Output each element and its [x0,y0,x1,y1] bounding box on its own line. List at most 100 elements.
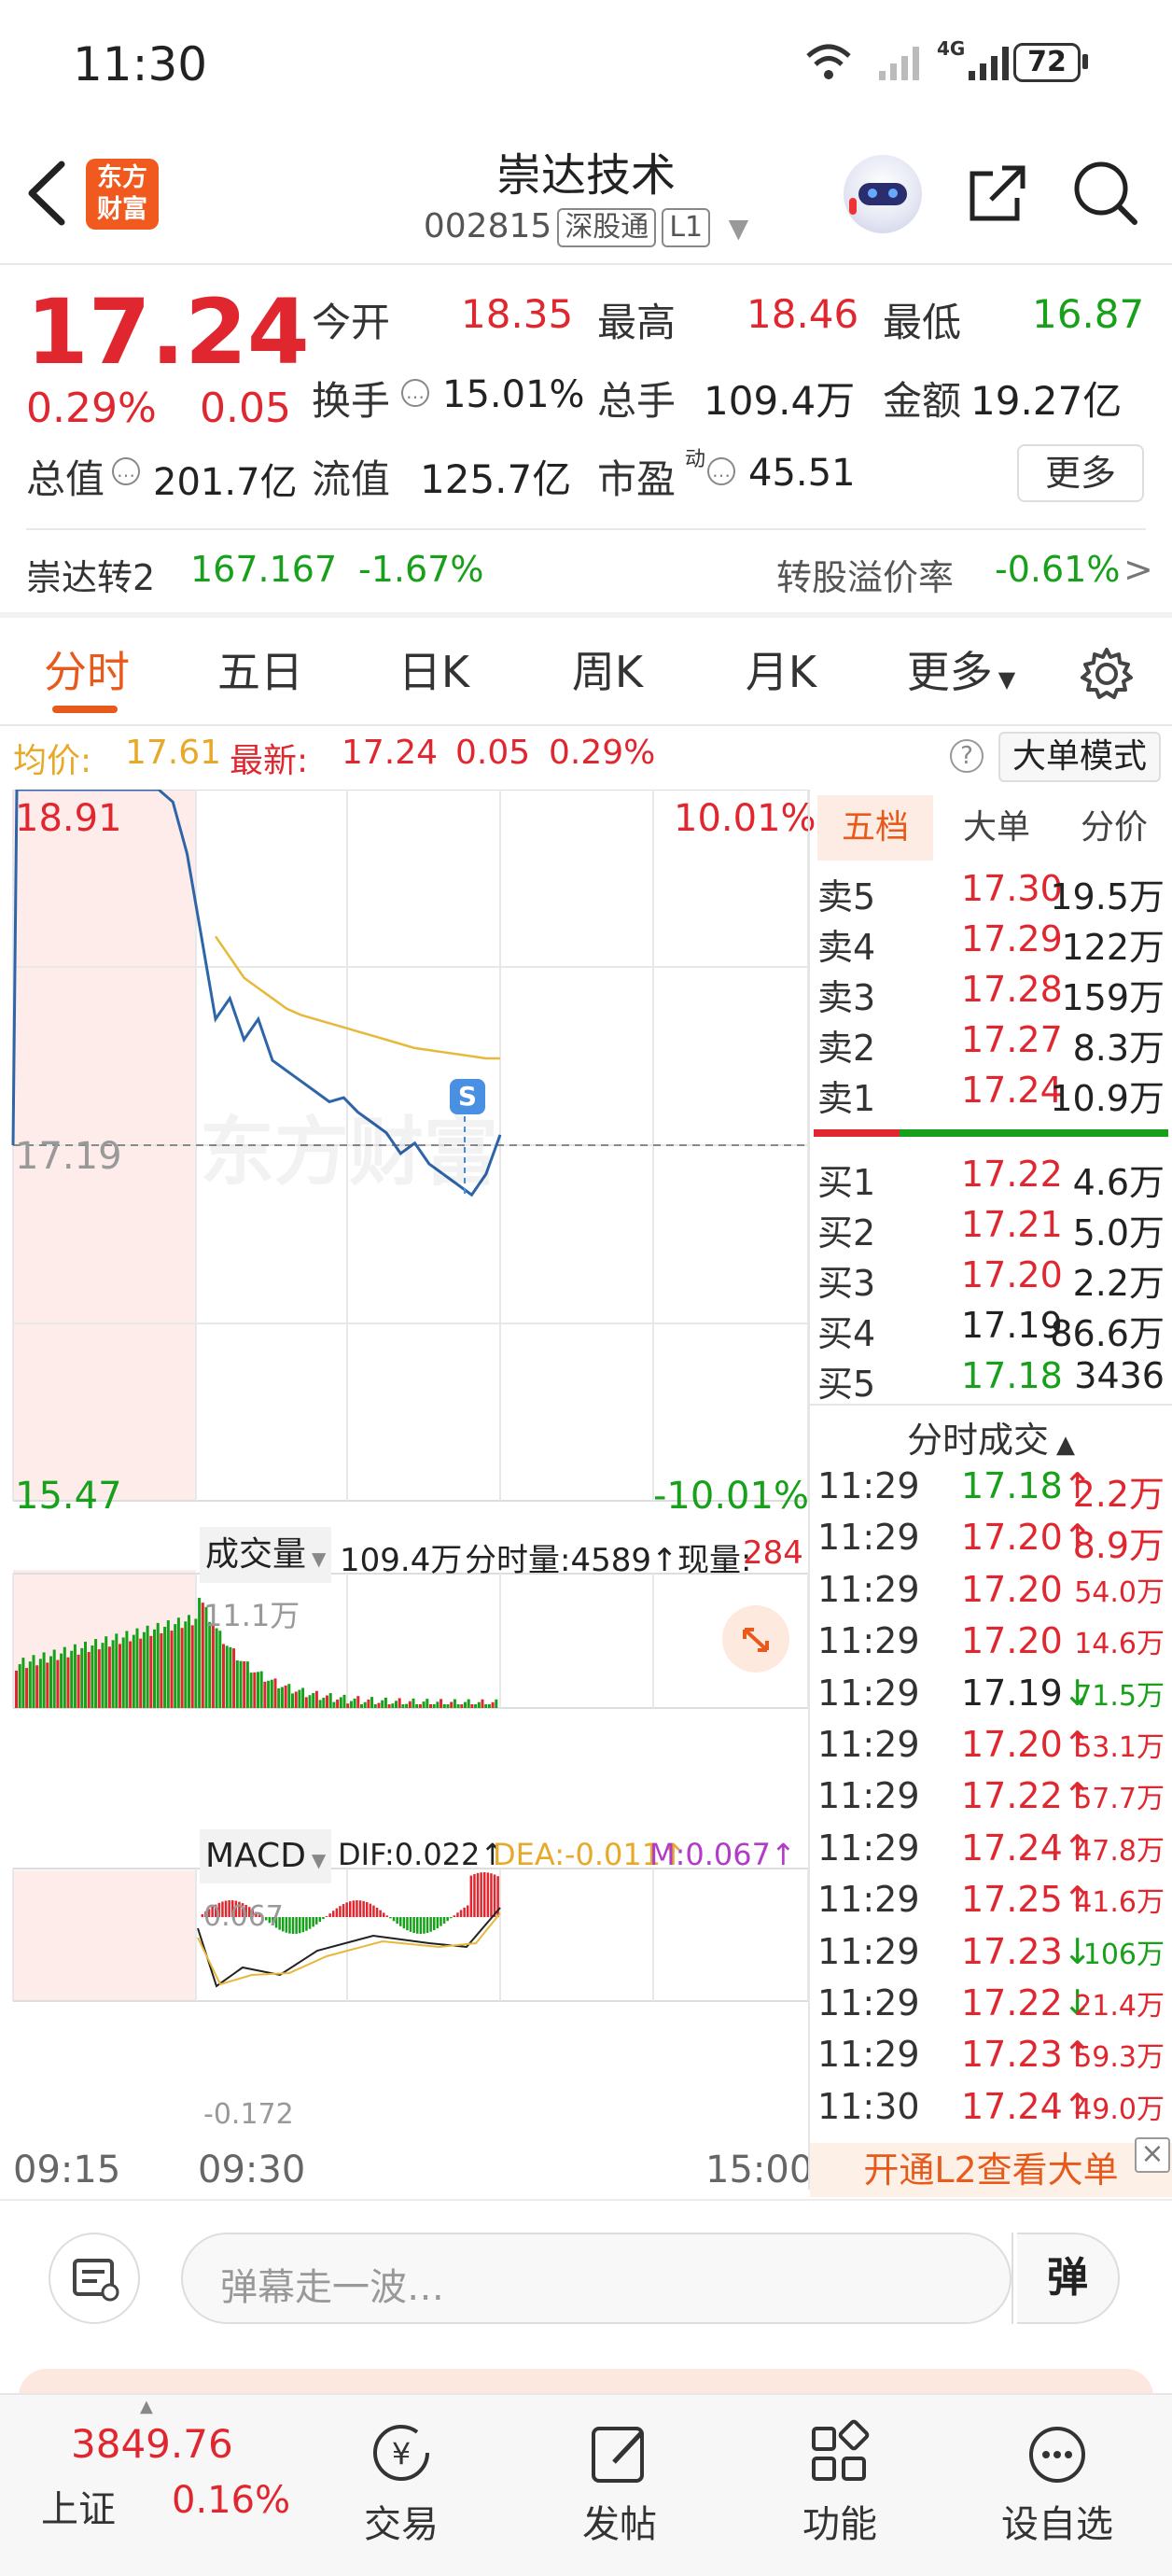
macd-bar [362,1900,365,1917]
expand-icon[interactable] [722,1605,789,1673]
index-value[interactable]: 3849.76 [71,2421,233,2467]
macd-bar [406,1917,409,1931]
volume-bar [356,1696,360,1708]
tab-five-day[interactable]: 五日 [192,616,328,728]
tick-price: 17.19↓ [961,1672,1093,1714]
volume-bar [32,1655,35,1708]
more-quote-button[interactable]: 更多 [1017,444,1144,502]
avg-price-line [214,935,500,1060]
tab-more[interactable]: 更多 ▼ [896,616,1026,728]
macd-indicator-select[interactable]: MACD ▼ [200,1829,332,1883]
volume-bar [80,1647,84,1708]
volume-bar [225,1645,229,1708]
volume-bar [273,1678,277,1708]
macd-bar [345,1902,348,1917]
tick-price: 17.25↑ [961,1879,1093,1921]
low-label: 最低 [883,300,962,345]
volume-bar [21,1658,25,1708]
tick-volume: 8.9万 [1072,1525,1165,1567]
volume-bar [367,1699,370,1708]
tick-row: 11:29 17.23↑ 59.3万 [814,2034,1172,2086]
bids-row[interactable]: 买1 17.22 4.6万 [814,1154,1172,1204]
macd-bar [332,1911,335,1917]
danmu-input[interactable]: 弹幕走一波… [181,2233,1013,2324]
asks-row[interactable]: 卖1 17.24 10.9万 [814,1070,1172,1120]
info-icon[interactable]: … [112,457,140,485]
tick-row: 11:30 17.24↑ 49.0万 [814,2086,1172,2138]
l2-banner[interactable]: 开通L2查看大单 [810,2143,1172,2197]
tab-weekly-k[interactable]: 周K [539,616,676,728]
volume-bar [28,1661,32,1708]
nav-functions[interactable]: 功能 [784,2399,896,2576]
tab-price-distribution[interactable]: 分价 [1058,795,1170,861]
bids-row[interactable]: 买4 17.19 86.6万 [814,1305,1172,1355]
pct-axis-bottom: -10.01% [653,1475,809,1518]
bids-row[interactable]: 买5 17.18 3436 [814,1355,1172,1406]
macd-bar [285,1917,288,1933]
robot-assistant-icon[interactable] [844,155,922,233]
tab-daily-k[interactable]: 日K [366,616,502,728]
tick-time: 11:29 [817,1879,920,1921]
volume-bar [270,1679,273,1708]
tick-time: 11:29 [817,2034,920,2076]
share-icon[interactable] [965,161,1030,226]
macd-bar [473,1873,476,1917]
bids-row[interactable]: 买3 17.20 2.2万 [814,1254,1172,1305]
big-order-mode-button[interactable]: 大单模式 [998,732,1161,782]
volume-bar [139,1638,143,1708]
help-icon[interactable]: ? [950,739,984,773]
volume-bar [245,1661,249,1708]
tab-monthly-k[interactable]: 月K [713,616,849,728]
bond-name[interactable]: 崇达转2 [26,549,155,600]
volume-bar [342,1694,346,1708]
tab-big-order[interactable]: 大单 [941,795,1053,861]
volume-bar [52,1649,56,1708]
volume-bar [176,1617,180,1708]
bond-arrow-icon[interactable]: > [1123,549,1153,590]
asks-row[interactable]: 卖4 17.29 122万 [814,918,1172,969]
danmu-toggle-button[interactable]: 弹 [1017,2233,1120,2324]
comment-settings-icon[interactable] [49,2233,140,2324]
volume-indicator-select[interactable]: 成交量 ▼ [200,1527,332,1583]
nav-post[interactable]: 发帖 [564,2399,676,2576]
tick-time: 11:29 [817,1982,920,2023]
panel-divider [808,790,810,2190]
settings-gear-icon[interactable] [1079,646,1135,702]
info-icon[interactable]: … [401,379,429,407]
volume-bar [304,1697,308,1708]
volume-bar [160,1632,163,1708]
volume-bar [142,1631,146,1708]
nav-add-watchlist[interactable]: 设自选 [989,2399,1125,2576]
intraday-chart[interactable] [0,790,812,2143]
asks-row[interactable]: 卖5 17.30 19.5万 [814,868,1172,918]
asks-price: 17.30 [961,868,1063,909]
volume-bar [249,1673,253,1708]
volume-bar [184,1621,188,1708]
tick-price: 17.22↓ [961,1982,1093,2023]
volume-bar [15,1671,18,1708]
nav-add-watchlist-label: 设自选 [1001,2503,1113,2546]
s-marker[interactable]: S [450,1079,485,1114]
tick-volume: 14.6万 [1074,1628,1165,1661]
index-name: 上证 [41,2488,116,2531]
macd-bar [459,1910,463,1917]
close-icon[interactable]: × [1135,2137,1170,2173]
bids-row[interactable]: 买2 17.21 5.0万 [814,1204,1172,1254]
amount-label: 金额 [883,378,962,424]
tab-five-level[interactable]: 五档 [817,795,933,861]
chevron-down-icon: ▼ [311,1849,327,1871]
bids-label: 买3 [817,1263,876,1304]
bids-price: 17.19 [961,1305,1063,1346]
bids-label: 买1 [817,1162,876,1203]
bids-volume: 5.0万 [1072,1212,1165,1253]
asks-row[interactable]: 卖2 17.27 8.3万 [814,1019,1172,1070]
volume-bar [442,1704,446,1708]
nav-trade[interactable]: ¥ 交易 [345,2399,457,2576]
tick-price: 17.20 [961,1620,1063,1662]
search-icon[interactable] [1071,159,1140,228]
info-icon[interactable]: … [707,457,735,485]
asks-volume: 122万 [1061,927,1165,968]
stock-switch-dropdown-icon[interactable]: ▼ [729,213,749,244]
asks-row[interactable]: 卖3 17.28 159万 [814,969,1172,1019]
ticks-header[interactable]: 分时成交 ▲ [810,1411,1172,1463]
